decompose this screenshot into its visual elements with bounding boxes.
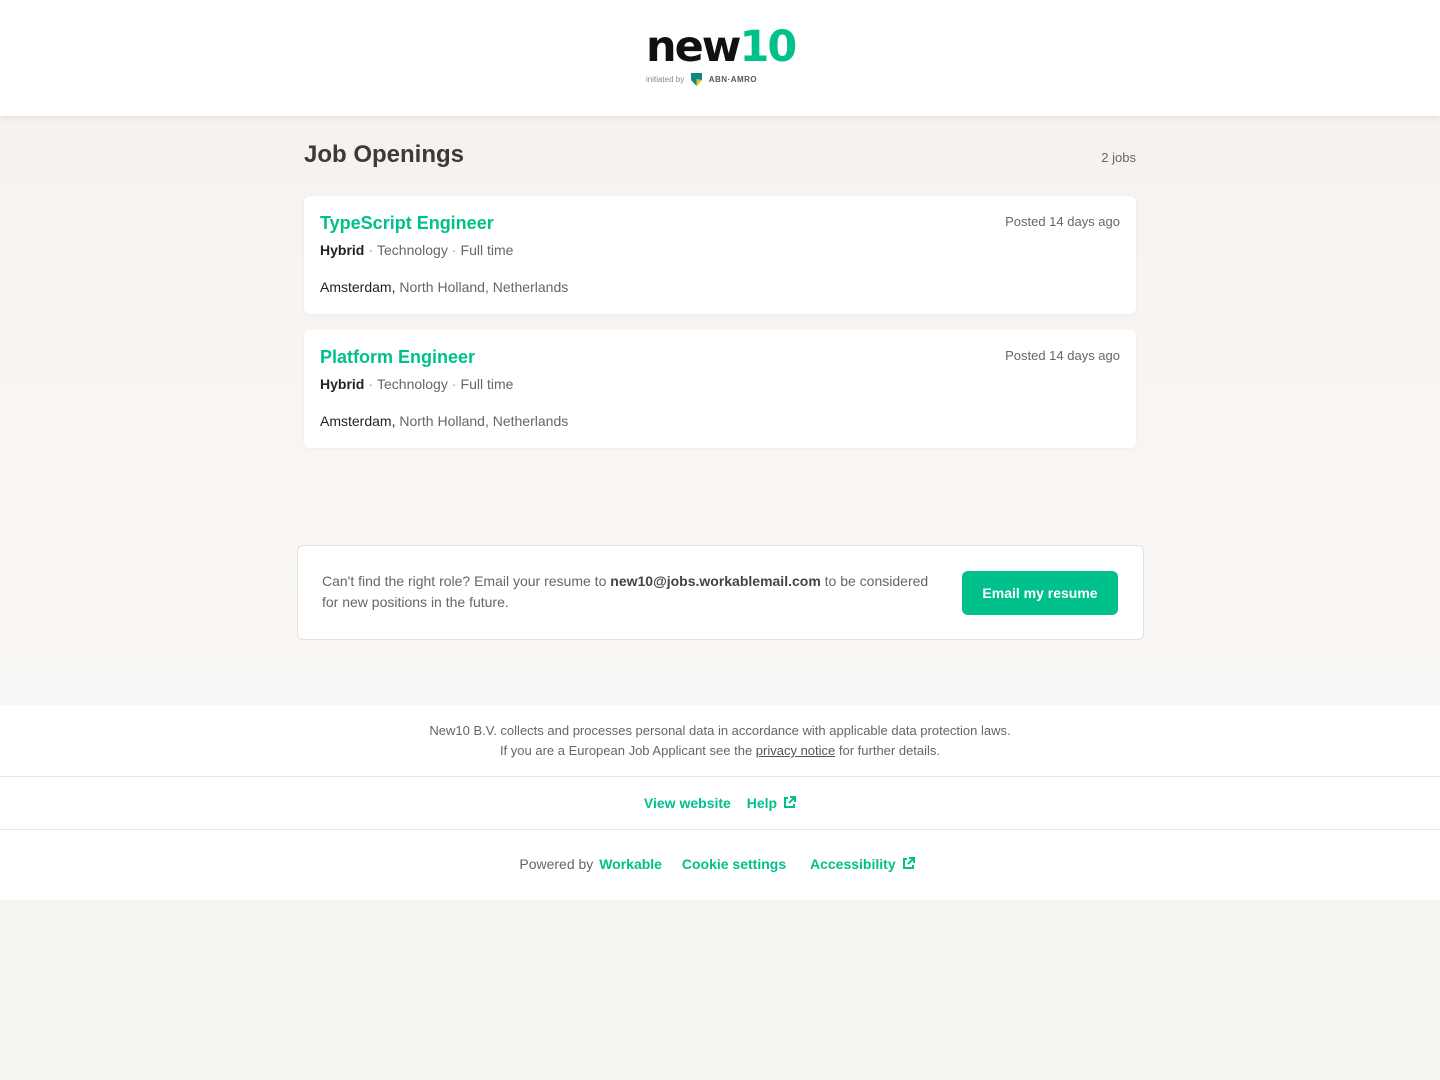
job-city: Amsterdam, xyxy=(320,413,396,429)
privacy-notice-link[interactable]: privacy notice xyxy=(756,743,835,758)
logo-wordmark-dark: new xyxy=(646,22,742,72)
email-my-resume-button[interactable]: Email my resume xyxy=(962,571,1118,615)
meta-separator: · xyxy=(451,376,457,392)
resume-prompt-text: Can't find the right role? Email your re… xyxy=(322,571,942,613)
workable-link[interactable]: Workable xyxy=(599,856,662,872)
job-title-link[interactable]: Platform Engineer xyxy=(320,347,475,368)
job-type: Full time xyxy=(460,376,514,392)
job-department: Technology xyxy=(377,242,448,258)
external-link-icon xyxy=(902,857,915,869)
footer-powered: Powered by Workable Cookie settings Acce… xyxy=(0,830,1440,900)
logo-partner-text: ABN·AMRO xyxy=(708,75,758,84)
job-workplace: Hybrid xyxy=(320,376,365,392)
meta-separator: · xyxy=(451,242,457,258)
accessibility-link-label: Accessibility xyxy=(810,856,896,872)
job-workplace: Hybrid xyxy=(320,242,365,258)
job-meta: Hybrid · Technology · Full time xyxy=(320,376,513,392)
abn-amro-shield-icon xyxy=(691,73,703,87)
privacy-line-1: New10 B.V. collects and processes person… xyxy=(429,723,1011,738)
powered-by-text: Powered by xyxy=(519,856,594,872)
job-title-link[interactable]: TypeScript Engineer xyxy=(320,213,494,234)
meta-separator: · xyxy=(368,242,374,258)
job-type: Full time xyxy=(460,242,514,258)
job-region: North Holland, Netherlands xyxy=(399,413,569,429)
page-title: Job Openings xyxy=(304,141,465,168)
job-department: Technology xyxy=(377,376,448,392)
job-region: North Holland, Netherlands xyxy=(399,279,569,295)
job-card[interactable]: TypeScript Engineer Posted 14 days ago H… xyxy=(304,196,1136,314)
cookie-settings-link[interactable]: Cookie settings xyxy=(682,856,786,872)
external-link-icon xyxy=(784,796,797,808)
help-link-label: Help xyxy=(746,795,778,811)
footer-privacy: New10 B.V. collects and processes person… xyxy=(0,705,1440,777)
job-location: Amsterdam, North Holland, Netherlands xyxy=(320,279,568,295)
footer-links: View website Help xyxy=(0,777,1440,830)
email-resume-panel: Can't find the right role? Email your re… xyxy=(297,545,1144,640)
job-card[interactable]: Platform Engineer Posted 14 days ago Hyb… xyxy=(304,330,1136,448)
privacy-text-after: for further details. xyxy=(835,743,941,758)
job-location: Amsterdam, North Holland, Netherlands xyxy=(320,413,568,429)
new10-logo[interactable]: new10 initiated by ABN·AMRO xyxy=(646,22,798,92)
accessibility-link[interactable]: Accessibility xyxy=(810,856,915,872)
logo-subtitle: initiated by ABN·AMRO xyxy=(646,73,757,87)
meta-separator: · xyxy=(368,376,374,392)
job-posted-date: Posted 14 days ago xyxy=(1005,348,1120,363)
help-link[interactable]: Help xyxy=(746,795,797,811)
logo-wordmark: new10 xyxy=(646,22,798,72)
privacy-line-2: If you are a European Job Applicant see … xyxy=(0,741,1440,761)
job-meta: Hybrid · Technology · Full time xyxy=(320,242,513,258)
resume-email-address: new10@jobs.workablemail.com xyxy=(610,573,821,589)
logo-initiated-text: initiated by xyxy=(646,75,685,84)
resume-text-before: Can't find the right role? Email your re… xyxy=(322,573,611,589)
job-posted-date: Posted 14 days ago xyxy=(1005,214,1120,229)
view-website-link[interactable]: View website xyxy=(644,795,731,811)
jobs-count: 2 jobs xyxy=(1101,150,1136,165)
logo-wordmark-green: 10 xyxy=(739,22,798,72)
job-city: Amsterdam, xyxy=(320,279,396,295)
header: new10 initiated by ABN·AMRO xyxy=(0,0,1440,116)
privacy-text-before: If you are a European Job Applicant see … xyxy=(499,743,756,758)
